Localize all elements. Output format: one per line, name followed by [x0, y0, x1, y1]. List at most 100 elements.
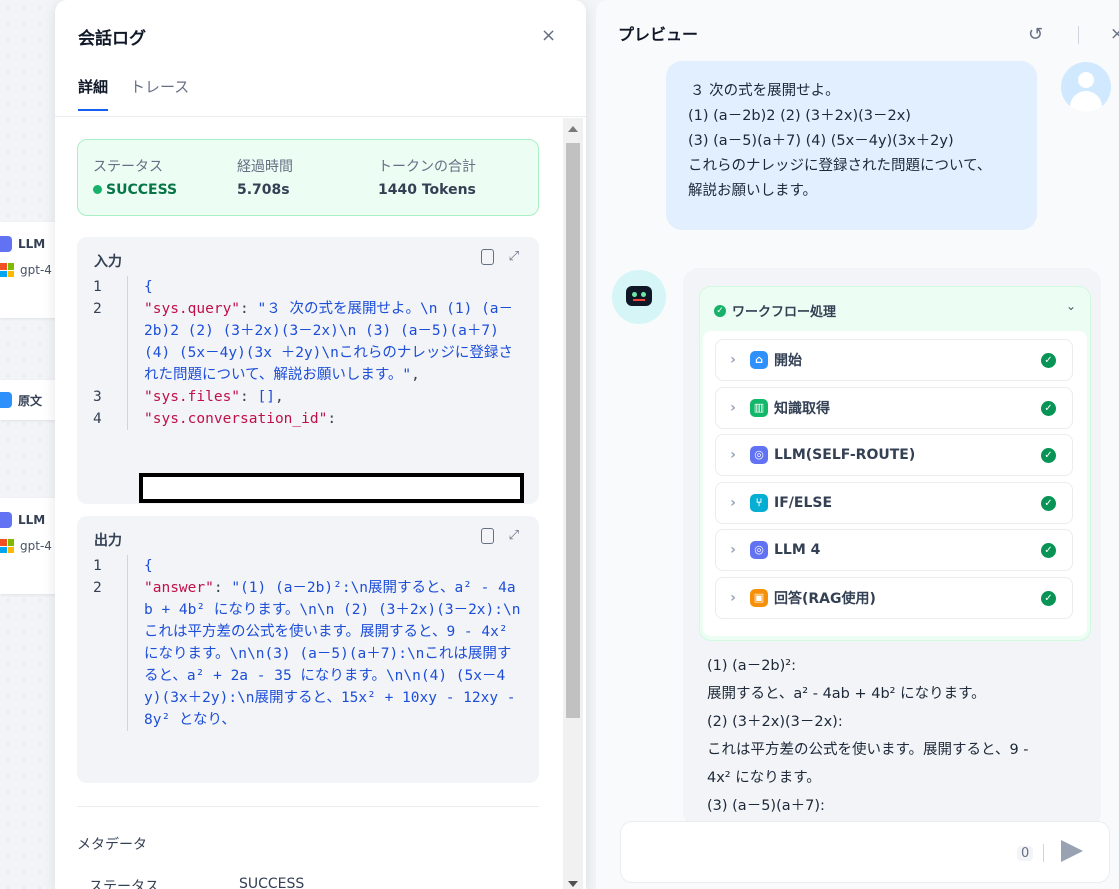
check-circle-icon: ✓ [1041, 448, 1056, 463]
workflow-step[interactable]: › ⌂ 開始 ✓ [715, 339, 1073, 381]
chevron-right-icon[interactable]: › [716, 400, 750, 416]
microsoft-logo-icon [0, 539, 14, 553]
workflow-step[interactable]: › ▥ 知識取得 ✓ [715, 386, 1073, 429]
metadata-title: メタデータ [77, 837, 147, 853]
check-circle-icon: ✓ [1041, 353, 1056, 368]
answer-icon: ▣ [750, 588, 768, 607]
output-code: 1{2 "answer": "(1) (a－2b)²:\n展開すると、a² - 4… [77, 555, 539, 783]
conversation-log-panel: 会話ログ × 詳細 トレース ステータス SUCCESS 経過時間 5.708s… [55, 0, 586, 889]
metadata-status-value: SUCCESS [239, 876, 305, 889]
copy-icon[interactable] [481, 528, 494, 544]
check-circle-icon: ✓ [1041, 400, 1056, 416]
close-icon[interactable]: × [1110, 24, 1119, 44]
llm-icon [0, 236, 12, 252]
code-content: "sys.conversation_id": [127, 408, 539, 430]
microsoft-logo-icon [0, 263, 14, 277]
code-token: "sys.files" [144, 389, 241, 405]
tab-detail[interactable]: 詳細 [78, 76, 109, 111]
check-circle-icon: ✓ [1041, 543, 1056, 558]
answer-line: (3) (a－5)(a＋7): [707, 798, 825, 814]
metadata-status-label: ステータス [89, 879, 159, 889]
copy-icon[interactable] [481, 249, 494, 265]
code-content: "sys.query": "３ 次の式を展開せよ。\n (1) (a－2b)2 … [127, 298, 539, 386]
send-icon[interactable] [1061, 840, 1083, 862]
user-message-line: (1) (a－2b)2 (2) (3＋2x)(3－2x) [688, 108, 911, 124]
divider [1043, 844, 1044, 862]
line-number: 2 [93, 301, 102, 317]
redaction-box [139, 473, 524, 503]
code-token: "sys.query" [144, 301, 241, 317]
scroll-thumb[interactable] [566, 143, 580, 718]
output-code-box: 出力 ⤢ 1{2 "answer": "(1) (a－2b)²:\n展開すると、a… [77, 516, 539, 783]
answer-line: 展開すると、a² - 4ab + 4b² になります。 [707, 686, 986, 702]
elapsed-label: 経過時間 [237, 159, 293, 175]
line-number: 2 [93, 580, 102, 596]
code-line: 1{ [77, 555, 539, 577]
document-icon [0, 392, 12, 408]
divider [1078, 26, 1079, 44]
answer-line: 4x² になります。 [707, 770, 821, 786]
divider [55, 116, 586, 117]
check-circle-icon: ✓ [714, 304, 726, 317]
tab-trace[interactable]: トレース [130, 76, 189, 111]
answer-line: (1) (a－2b)²: [707, 658, 796, 674]
line-number: 4 [93, 411, 102, 427]
node-label: LLM [18, 513, 46, 527]
user-message-line: (3) (a－5)(a＋7) (4) (5x－4y)(3x＋2y) [688, 133, 954, 149]
workflow-steps: › ⌂ 開始 ✓ › ▥ 知識取得 ✓ › ◎ LLM(SELF-ROUTE) ✓ › ⑂ IF/ELSE ✓… [703, 331, 1087, 636]
workflow-header[interactable]: ✓ ワークフロー処理 [714, 301, 836, 320]
chevron-right-icon[interactable]: › [716, 542, 750, 558]
workflow-step-label: 知識取得 [774, 400, 830, 417]
llm-icon: ◎ [750, 446, 768, 464]
scrollbar[interactable] [563, 118, 583, 889]
status-value: SUCCESS [93, 182, 177, 198]
workflow-step[interactable]: › ◎ LLM 4 ✓ [715, 529, 1073, 571]
chevron-right-icon[interactable]: › [716, 590, 750, 606]
llm-icon [0, 512, 12, 528]
char-count: 0 [1017, 846, 1034, 861]
code-line: 3 "sys.files": [], [77, 386, 539, 408]
divider [77, 806, 539, 807]
code-line: 2 "answer": "(1) (a－2b)²:\n展開すると、a² - 4ab… [77, 577, 539, 731]
node-label: 原文 [18, 393, 43, 408]
status-label: ステータス [93, 159, 163, 175]
chevron-right-icon[interactable]: › [716, 495, 750, 511]
code-line: 1{ [77, 276, 539, 298]
llm-icon: ◎ [750, 541, 768, 559]
tokens-value: 1440 Tokens [378, 182, 476, 198]
branch-icon: ⑂ [750, 493, 768, 512]
bot-avatar-icon [612, 270, 666, 324]
user-avatar [1061, 62, 1111, 112]
preview-title: プレビュー [618, 25, 699, 44]
workflow-step[interactable]: › ⑂ IF/ELSE ✓ [715, 481, 1073, 524]
expand-icon[interactable]: ⤢ [509, 528, 519, 543]
workflow-step-label: LLM 4 [774, 542, 821, 558]
bot-answer-bubble: ✓ ワークフロー処理 ⌄ › ⌂ 開始 ✓ › ▥ 知識取得 ✓ › ◎ LLM(SELF-ROUT… [683, 268, 1101, 828]
book-icon: ▥ [750, 398, 768, 417]
panel-title: 会話ログ [78, 29, 146, 49]
chat-input[interactable]: 0 [620, 821, 1110, 883]
home-icon: ⌂ [750, 351, 768, 369]
scroll-down-icon[interactable] [568, 881, 578, 887]
code-content: "sys.files": [], [127, 386, 539, 408]
workflow-step[interactable]: › ◎ LLM(SELF-ROUTE) ✓ [715, 434, 1073, 476]
refresh-icon[interactable]: ↺ [1028, 24, 1043, 45]
answer-text: (1) (a－2b)²: 展開すると、a² - 4ab + 4b² になります。… [707, 652, 1087, 820]
line-number: 1 [93, 279, 102, 295]
chevron-right-icon[interactable]: › [716, 447, 750, 463]
workflow-step-label: IF/ELSE [774, 494, 833, 511]
tokens-label: トークンの合計 [378, 159, 476, 175]
close-icon[interactable]: × [541, 25, 556, 46]
line-number: 3 [93, 389, 102, 405]
workflow-card: ✓ ワークフロー処理 ⌄ › ⌂ 開始 ✓ › ▥ 知識取得 ✓ › ◎ LLM(SELF-ROUT… [699, 286, 1091, 641]
scroll-up-icon[interactable] [568, 126, 578, 132]
code-token: : [327, 411, 337, 427]
workflow-step[interactable]: › ▣ 回答(RAG使用) ✓ [715, 576, 1073, 619]
tab-bar: 詳細 トレース [78, 76, 189, 111]
expand-icon[interactable]: ⤢ [509, 249, 519, 264]
code-token: "(1) (a－2b)²:\n展開すると、a² - 4ab + 4b² になりま… [144, 580, 525, 728]
chevron-down-icon[interactable]: ⌄ [1066, 299, 1076, 313]
code-line: 4 "sys.conversation_id": [77, 408, 539, 430]
input-code: 1{ 2 "sys.query": "３ 次の式を展開せよ。\n (1) (a－2b… [77, 276, 539, 504]
chevron-right-icon[interactable]: › [716, 352, 750, 368]
